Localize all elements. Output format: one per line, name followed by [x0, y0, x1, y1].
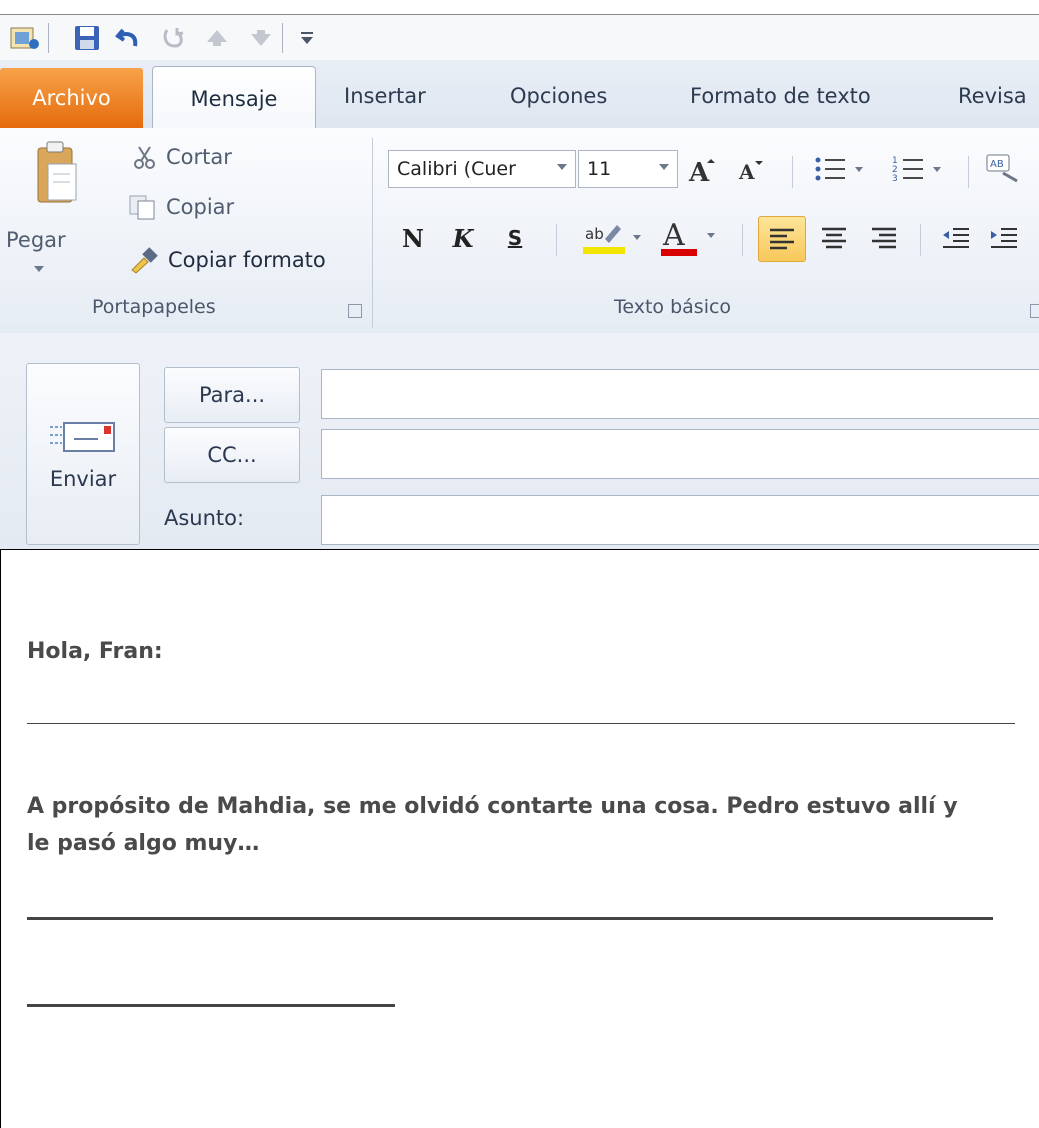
highlight-button[interactable]: ab	[582, 216, 652, 260]
paragraph-line-2: le pasó algo muy…	[27, 831, 260, 856]
outlook-icon[interactable]	[8, 21, 42, 55]
cut-label: Cortar	[166, 145, 232, 169]
svg-text:A: A	[738, 160, 755, 183]
undo-icon[interactable]	[112, 21, 146, 55]
ribbon-tabs: Archivo Mensaje Insertar Opciones Format…	[0, 60, 1039, 130]
shrink-font-icon[interactable]: A	[736, 154, 766, 184]
save-icon[interactable]	[70, 21, 104, 55]
format-painter-icon	[128, 246, 160, 274]
greeting-text: Hola, Fran:	[27, 639, 163, 664]
message-header: Enviar Para... CC... Asunto:	[0, 333, 1039, 550]
down-arrow-icon[interactable]	[244, 21, 278, 55]
subject-field[interactable]	[321, 495, 1039, 545]
increase-indent-icon[interactable]	[984, 216, 1024, 260]
cut-button[interactable]: Cortar	[132, 144, 232, 170]
copy-icon	[128, 194, 158, 220]
align-right-icon[interactable]	[864, 216, 904, 260]
basic-text-group-label: Texto básico	[614, 296, 732, 318]
svg-text:ab: ab	[585, 225, 604, 243]
copy-button[interactable]: Copiar	[128, 194, 234, 220]
writing-line	[27, 1004, 395, 1007]
clipboard-launcher-icon[interactable]	[348, 304, 362, 318]
tab-review[interactable]: Revisa	[958, 84, 1027, 108]
svg-text:A: A	[688, 158, 710, 185]
customize-icon[interactable]	[290, 21, 324, 55]
font-size-value: 11	[587, 158, 612, 180]
subject-label: Asunto:	[164, 506, 245, 530]
align-center-icon[interactable]	[814, 216, 854, 260]
tab-message[interactable]: Mensaje	[152, 66, 316, 130]
paste-icon[interactable]	[32, 136, 82, 212]
up-arrow-icon[interactable]	[200, 21, 234, 55]
font-name-combo[interactable]: Calibri (Cuer	[388, 150, 576, 188]
quick-access-toolbar	[0, 14, 1039, 61]
underline-button[interactable]: S	[500, 218, 530, 258]
svg-text:3: 3	[892, 174, 898, 184]
tab-insert[interactable]: Insertar	[344, 84, 426, 108]
outlook-compose-window: Archivo Mensaje Insertar Opciones Format…	[0, 0, 1039, 1128]
writing-line	[27, 723, 1015, 724]
align-left-icon[interactable]	[758, 216, 806, 262]
paste-button[interactable]: Pegar	[6, 228, 66, 252]
svg-text:AB: AB	[990, 159, 1004, 170]
grow-font-icon[interactable]: A	[686, 152, 720, 186]
writing-line	[27, 917, 993, 920]
to-field[interactable]	[321, 369, 1039, 419]
clipboard-group-label: Portapapeles	[92, 296, 216, 318]
format-painter-button[interactable]: Copiar formato	[128, 246, 326, 274]
bold-button[interactable]: N	[398, 218, 428, 258]
numbering-icon[interactable]: 123	[890, 152, 950, 186]
font-size-dropdown-icon[interactable]	[659, 164, 669, 170]
basic-text-launcher-icon[interactable]	[1030, 304, 1039, 318]
font-name-value: Calibri (Cuer	[397, 158, 516, 180]
paste-dropdown-icon[interactable]	[34, 266, 44, 272]
svg-text:A: A	[662, 218, 685, 253]
font-color-button[interactable]: A	[660, 214, 728, 260]
styles-icon[interactable]: AB	[982, 150, 1022, 186]
tab-options[interactable]: Opciones	[510, 84, 607, 108]
cc-field[interactable]	[321, 429, 1039, 479]
tab-format-text[interactable]: Formato de texto	[690, 84, 871, 108]
cc-button[interactable]: CC...	[164, 427, 300, 483]
to-button[interactable]: Para...	[164, 367, 300, 423]
message-body[interactable]: Hola, Fran: A propósito de Mahdia, se me…	[0, 549, 1039, 1128]
paragraph-line-1: A propósito de Mahdia, se me olvidó cont…	[27, 794, 958, 819]
format-painter-label: Copiar formato	[168, 248, 326, 272]
send-button[interactable]: Enviar	[26, 363, 140, 545]
redo-icon[interactable]	[156, 21, 190, 55]
scissors-icon	[132, 144, 158, 170]
copy-label: Copiar	[166, 195, 235, 219]
send-label: Enviar	[49, 467, 117, 491]
decrease-indent-icon[interactable]	[936, 216, 976, 260]
ribbon: Pegar Cortar Copiar Copiar formato Porta…	[0, 128, 1039, 334]
send-icon	[48, 417, 118, 457]
font-size-combo[interactable]: 11	[578, 150, 678, 188]
bullets-icon[interactable]	[812, 152, 872, 186]
tab-file[interactable]: Archivo	[0, 68, 143, 128]
font-name-dropdown-icon[interactable]	[557, 164, 567, 170]
italic-button[interactable]: K	[448, 218, 478, 258]
